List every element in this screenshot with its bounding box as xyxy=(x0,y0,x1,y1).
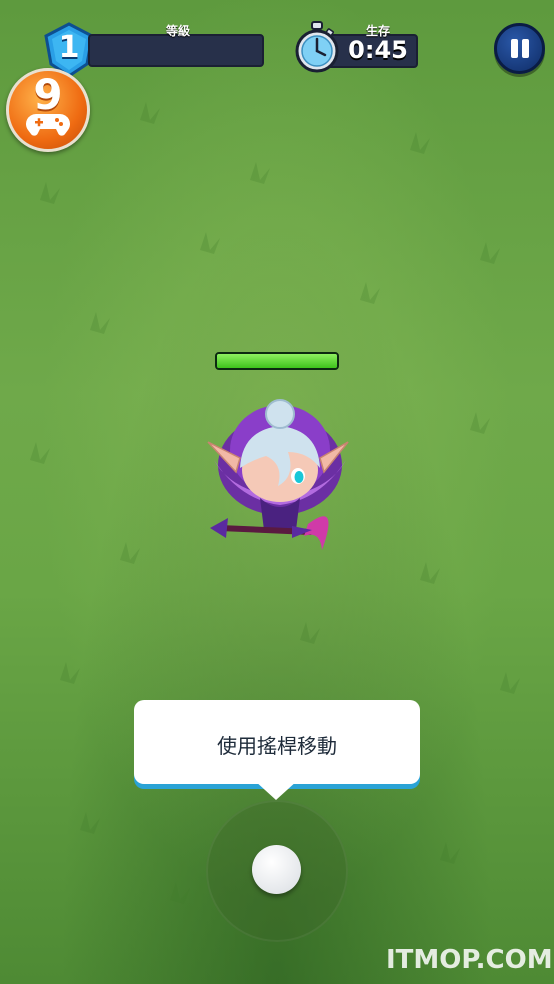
player-health-bar xyxy=(215,352,339,370)
tutorial-tooltip: 使用搖桿移動 xyxy=(134,700,420,784)
timer-value: 0:45 xyxy=(348,36,408,64)
tooltip-pointer xyxy=(254,780,298,800)
watermark: ITMOP.COM xyxy=(386,945,553,975)
joystick-knob[interactable] xyxy=(252,845,301,894)
stopwatch-icon xyxy=(295,21,339,73)
hero-character xyxy=(207,399,349,550)
pause-icon xyxy=(511,39,518,58)
pause-button[interactable] xyxy=(494,23,545,74)
level-label: 等級 xyxy=(165,24,190,38)
tooltip-text: 使用搖桿移動 xyxy=(217,734,337,758)
gamepad-icon xyxy=(26,114,70,136)
player-health-fill xyxy=(217,354,337,368)
pause-icon-bar xyxy=(522,39,529,58)
